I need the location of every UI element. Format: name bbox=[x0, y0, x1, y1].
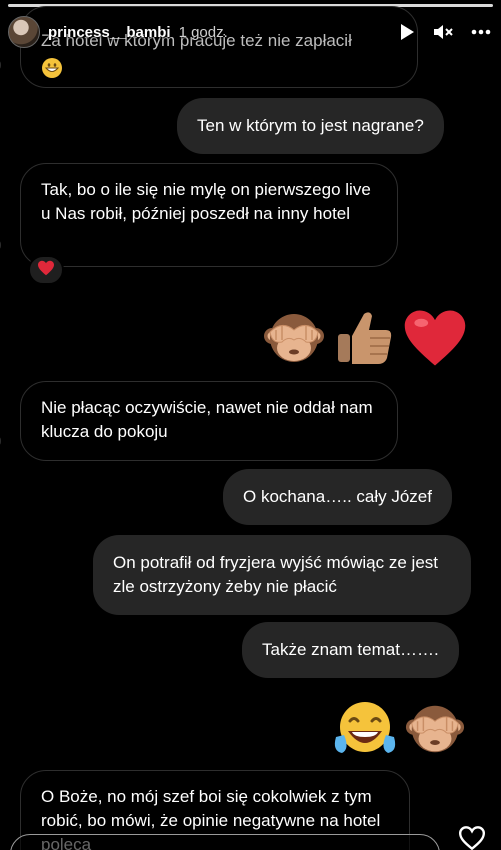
edge-marker bbox=[0, 60, 1, 70]
message-text: Ten w którym to jest nagrane? bbox=[197, 116, 424, 135]
heart-reaction-icon bbox=[37, 260, 55, 281]
message-outgoing: On potrafił od fryzjera wyjść mówiąc ze … bbox=[93, 535, 471, 615]
thumbs-up-icon bbox=[332, 306, 396, 375]
message-outgoing: Także znam temat……. bbox=[242, 622, 459, 678]
edge-marker bbox=[0, 436, 1, 446]
play-icon[interactable] bbox=[399, 23, 415, 41]
reply-input[interactable] bbox=[10, 834, 440, 850]
emoji-message bbox=[332, 698, 466, 765]
more-options-icon[interactable] bbox=[471, 29, 491, 35]
message-outgoing: O kochana….. cały Józef bbox=[223, 469, 452, 525]
message-incoming: Nie płacąc oczywiście, nawet nie oddał n… bbox=[20, 381, 398, 461]
story-time: 1 godz. bbox=[178, 23, 228, 41]
message-incoming: Tak, bo o ile się nie mylę on pierwszego… bbox=[20, 163, 398, 267]
like-heart-icon[interactable] bbox=[457, 825, 487, 850]
emoji-message bbox=[262, 306, 468, 375]
tears-of-joy-icon bbox=[332, 699, 398, 764]
grinning-emoji-icon bbox=[41, 57, 63, 79]
message-text: Także znam temat……. bbox=[262, 640, 439, 659]
message-text: Tak, bo o ile się nie mylę on pierwszego… bbox=[41, 180, 371, 223]
reaction-badge[interactable] bbox=[28, 255, 64, 285]
message-text: Nie płacąc oczywiście, nawet nie oddał n… bbox=[41, 398, 373, 441]
mute-icon[interactable] bbox=[433, 23, 453, 41]
see-no-evil-monkey-icon bbox=[404, 698, 466, 765]
edge-marker bbox=[0, 240, 1, 250]
see-no-evil-monkey-icon bbox=[262, 306, 326, 375]
story-username[interactable]: princess__bambi bbox=[48, 24, 171, 41]
message-outgoing: Ten w którym to jest nagrane? bbox=[177, 98, 444, 154]
red-heart-icon bbox=[402, 307, 468, 374]
avatar[interactable] bbox=[8, 16, 40, 48]
story-header: princess__bambi 1 godz. bbox=[8, 14, 491, 50]
message-text: O kochana….. cały Józef bbox=[243, 487, 432, 506]
message-text: On potrafił od fryzjera wyjść mówiąc ze … bbox=[113, 553, 438, 596]
